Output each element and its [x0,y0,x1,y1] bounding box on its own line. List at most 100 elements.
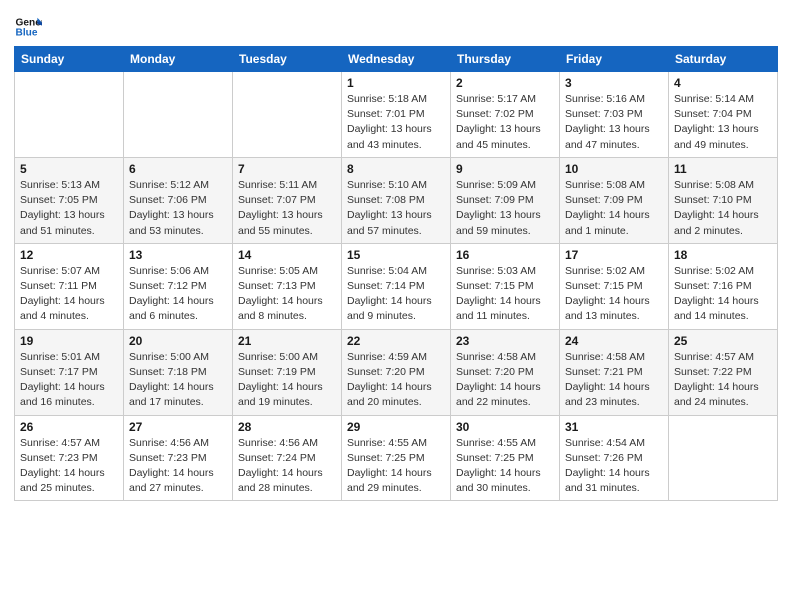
day-number: 23 [456,334,554,348]
calendar-day-cell: 16 Sunrise: 5:03 AM Sunset: 7:15 PM Dayli… [451,243,560,329]
day-number: 2 [456,76,554,90]
day-info: Sunrise: 4:57 AM Sunset: 7:23 PM Dayligh… [20,436,118,497]
calendar-day-cell: 25 Sunrise: 4:57 AM Sunset: 7:22 PM Dayli… [669,329,778,415]
calendar-week-row: 1 Sunrise: 5:18 AM Sunset: 7:01 PM Daylig… [15,72,778,158]
day-number: 1 [347,76,445,90]
day-number: 15 [347,248,445,262]
day-number: 5 [20,162,118,176]
page: General Blue SundayMondayTuesdayWednesda… [0,0,792,612]
weekday-header: Sunday [15,47,124,72]
day-info: Sunrise: 5:03 AM Sunset: 7:15 PM Dayligh… [456,264,554,325]
day-number: 13 [129,248,227,262]
day-number: 17 [565,248,663,262]
calendar-day-cell: 11 Sunrise: 5:08 AM Sunset: 7:10 PM Dayli… [669,157,778,243]
weekday-header: Wednesday [342,47,451,72]
day-info: Sunrise: 5:12 AM Sunset: 7:06 PM Dayligh… [129,178,227,239]
calendar-day-cell: 28Sunrise: 4:56 AM Sunset: 7:24 PM Dayli… [233,415,342,501]
day-info: Sunrise: 5:13 AM Sunset: 7:05 PM Dayligh… [20,178,118,239]
day-info: Sunrise: 4:55 AM Sunset: 7:25 PM Dayligh… [456,436,554,497]
weekday-header: Monday [124,47,233,72]
day-info: Sunrise: 5:11 AM Sunset: 7:07 PM Dayligh… [238,178,336,239]
day-number: 20 [129,334,227,348]
calendar-week-row: 12Sunrise: 5:07 AM Sunset: 7:11 PM Dayli… [15,243,778,329]
day-number: 9 [456,162,554,176]
day-number: 19 [20,334,118,348]
day-info: Sunrise: 5:05 AM Sunset: 7:13 PM Dayligh… [238,264,336,325]
day-number: 21 [238,334,336,348]
calendar-day-cell: 24 Sunrise: 4:58 AM Sunset: 7:21 PM Dayli… [560,329,669,415]
day-info: Sunrise: 5:00 AM Sunset: 7:18 PM Dayligh… [129,350,227,411]
day-number: 16 [456,248,554,262]
calendar-day-cell: 7 Sunrise: 5:11 AM Sunset: 7:07 PM Daylig… [233,157,342,243]
calendar-day-cell: 2 Sunrise: 5:17 AM Sunset: 7:02 PM Daylig… [451,72,560,158]
calendar-day-cell: 9 Sunrise: 5:09 AM Sunset: 7:09 PM Daylig… [451,157,560,243]
day-number: 11 [674,162,772,176]
calendar-day-cell: 17Sunrise: 5:02 AM Sunset: 7:15 PM Dayli… [560,243,669,329]
day-number: 10 [565,162,663,176]
calendar-day-cell: 20 Sunrise: 5:00 AM Sunset: 7:18 PM Dayli… [124,329,233,415]
calendar-day-cell: 12Sunrise: 5:07 AM Sunset: 7:11 PM Dayli… [15,243,124,329]
day-info: Sunrise: 4:57 AM Sunset: 7:22 PM Dayligh… [674,350,772,411]
weekday-header: Saturday [669,47,778,72]
day-info: Sunrise: 5:09 AM Sunset: 7:09 PM Dayligh… [456,178,554,239]
calendar-day-cell: 3 Sunrise: 5:16 AM Sunset: 7:03 PM Daylig… [560,72,669,158]
calendar-day-cell: 4 Sunrise: 5:14 AM Sunset: 7:04 PM Daylig… [669,72,778,158]
calendar-day-cell: 1 Sunrise: 5:18 AM Sunset: 7:01 PM Daylig… [342,72,451,158]
calendar-day-cell [669,415,778,501]
day-info: Sunrise: 5:08 AM Sunset: 7:10 PM Dayligh… [674,178,772,239]
day-number: 25 [674,334,772,348]
day-number: 3 [565,76,663,90]
day-info: Sunrise: 5:16 AM Sunset: 7:03 PM Dayligh… [565,92,663,153]
day-info: Sunrise: 5:17 AM Sunset: 7:02 PM Dayligh… [456,92,554,153]
day-number: 7 [238,162,336,176]
calendar-day-cell: 31Sunrise: 4:54 AM Sunset: 7:26 PM Dayli… [560,415,669,501]
calendar-day-cell: 29Sunrise: 4:55 AM Sunset: 7:25 PM Dayli… [342,415,451,501]
header: General Blue [14,10,778,38]
calendar-day-cell: 22Sunrise: 4:59 AM Sunset: 7:20 PM Dayli… [342,329,451,415]
calendar-week-row: 5 Sunrise: 5:13 AM Sunset: 7:05 PM Daylig… [15,157,778,243]
day-number: 18 [674,248,772,262]
calendar-day-cell: 13Sunrise: 5:06 AM Sunset: 7:12 PM Dayli… [124,243,233,329]
calendar-day-cell: 8 Sunrise: 5:10 AM Sunset: 7:08 PM Daylig… [342,157,451,243]
calendar-day-cell: 23 Sunrise: 4:58 AM Sunset: 7:20 PM Dayli… [451,329,560,415]
day-number: 4 [674,76,772,90]
calendar-table: SundayMondayTuesdayWednesdayThursdayFrid… [14,46,778,501]
calendar-day-cell [124,72,233,158]
calendar-day-cell: 26 Sunrise: 4:57 AM Sunset: 7:23 PM Dayli… [15,415,124,501]
day-number: 14 [238,248,336,262]
calendar-day-cell: 15Sunrise: 5:04 AM Sunset: 7:14 PM Dayli… [342,243,451,329]
calendar-day-cell: 10 Sunrise: 5:08 AM Sunset: 7:09 PM Dayli… [560,157,669,243]
day-info: Sunrise: 4:59 AM Sunset: 7:20 PM Dayligh… [347,350,445,411]
day-info: Sunrise: 5:02 AM Sunset: 7:16 PM Dayligh… [674,264,772,325]
day-info: Sunrise: 5:08 AM Sunset: 7:09 PM Dayligh… [565,178,663,239]
calendar-day-cell: 19 Sunrise: 5:01 AM Sunset: 7:17 PM Dayli… [15,329,124,415]
weekday-header: Tuesday [233,47,342,72]
day-info: Sunrise: 5:14 AM Sunset: 7:04 PM Dayligh… [674,92,772,153]
calendar-day-cell [15,72,124,158]
day-info: Sunrise: 4:56 AM Sunset: 7:24 PM Dayligh… [238,436,336,497]
day-info: Sunrise: 5:18 AM Sunset: 7:01 PM Dayligh… [347,92,445,153]
calendar-week-row: 19 Sunrise: 5:01 AM Sunset: 7:17 PM Dayli… [15,329,778,415]
day-info: Sunrise: 4:56 AM Sunset: 7:23 PM Dayligh… [129,436,227,497]
day-number: 30 [456,420,554,434]
day-number: 29 [347,420,445,434]
day-info: Sunrise: 5:07 AM Sunset: 7:11 PM Dayligh… [20,264,118,325]
day-number: 24 [565,334,663,348]
calendar-header-row: SundayMondayTuesdayWednesdayThursdayFrid… [15,47,778,72]
day-info: Sunrise: 4:54 AM Sunset: 7:26 PM Dayligh… [565,436,663,497]
day-info: Sunrise: 4:58 AM Sunset: 7:20 PM Dayligh… [456,350,554,411]
day-number: 6 [129,162,227,176]
logo-icon: General Blue [14,10,42,38]
day-info: Sunrise: 5:10 AM Sunset: 7:08 PM Dayligh… [347,178,445,239]
day-number: 26 [20,420,118,434]
day-info: Sunrise: 4:58 AM Sunset: 7:21 PM Dayligh… [565,350,663,411]
calendar-week-row: 26 Sunrise: 4:57 AM Sunset: 7:23 PM Dayli… [15,415,778,501]
day-number: 27 [129,420,227,434]
day-number: 8 [347,162,445,176]
day-info: Sunrise: 5:01 AM Sunset: 7:17 PM Dayligh… [20,350,118,411]
calendar-day-cell: 30 Sunrise: 4:55 AM Sunset: 7:25 PM Dayli… [451,415,560,501]
calendar-day-cell: 18 Sunrise: 5:02 AM Sunset: 7:16 PM Dayli… [669,243,778,329]
svg-text:Blue: Blue [16,28,38,38]
calendar-day-cell: 14 Sunrise: 5:05 AM Sunset: 7:13 PM Dayli… [233,243,342,329]
calendar-day-cell: 5 Sunrise: 5:13 AM Sunset: 7:05 PM Daylig… [15,157,124,243]
